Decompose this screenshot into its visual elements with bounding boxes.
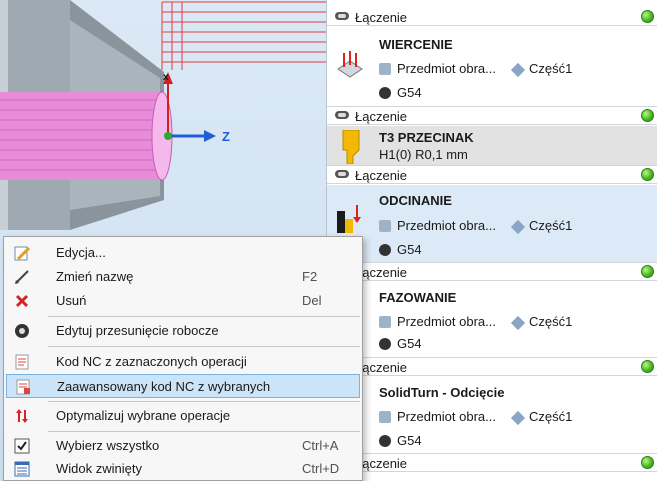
workpiece-icon [379, 63, 391, 75]
part-label: Część1 [529, 409, 573, 424]
link-label: Łączenie [355, 168, 408, 183]
link-row[interactable]: Łączenie [327, 166, 657, 184]
wcs-icon [379, 338, 391, 350]
status-ok-icon [641, 265, 654, 278]
menu-item-rename[interactable]: Zmień nazwę F2 [6, 265, 360, 289]
operation-name: ODCINANIE [379, 193, 452, 208]
advanced-nc-icon [16, 379, 30, 395]
svg-text:x: x [163, 72, 169, 83]
workpiece-label: Przedmiot obra... [397, 409, 496, 424]
pencil-icon [15, 270, 29, 284]
collapsed-view-icon [14, 461, 30, 477]
menu-item-edit-work-offset[interactable]: Edytuj przesunięcie robocze [6, 319, 360, 343]
optimize-icon [16, 409, 28, 423]
menu-item-label: Zmień nazwę [56, 269, 134, 284]
wcs-icon [379, 87, 391, 99]
part-icon [510, 62, 526, 78]
menu-item-label: Edytuj przesunięcie robocze [56, 323, 219, 338]
tool-detail: H1(0) R0,1 mm [379, 147, 468, 162]
operation-name: FAZOWANIE [379, 290, 457, 305]
wcs-label: G54 [397, 336, 422, 351]
operation-name: WIERCENIE [379, 37, 453, 52]
delete-icon [15, 294, 29, 308]
status-ok-icon [641, 168, 654, 181]
wcs-label: G54 [397, 242, 422, 257]
wcs-icon [379, 244, 391, 256]
link-icon [335, 111, 349, 119]
parting-icon [337, 205, 361, 233]
operation-name: SolidTurn - Odcięcie [379, 385, 505, 400]
cutoff-tool-icon [342, 130, 360, 164]
operation-chamfering[interactable]: FAZOWANIE Przedmiot obra... Część1 G54 [327, 282, 657, 358]
operation-drilling[interactable]: WIERCENIE Przedmiot obra... Część1 G54 [327, 27, 657, 107]
work-offset-icon [15, 324, 29, 338]
menu-item-label: Zaawansowany kod NC z wybranych [57, 379, 271, 394]
menu-item-label: Wybierz wszystko [56, 438, 160, 453]
workpiece-icon [379, 316, 391, 328]
part-label: Część1 [529, 218, 573, 233]
workpiece-icon [379, 411, 391, 423]
menu-item-label: Usuń [56, 293, 87, 308]
menu-item-shortcut: Ctrl+A [302, 438, 339, 453]
link-icon [335, 12, 349, 20]
menu-item-label: Kod NC z zaznaczonych operacji [56, 354, 247, 369]
z-axis-label: Z [222, 129, 230, 144]
workpiece-label: Przedmiot obra... [397, 61, 496, 76]
link-icon [335, 170, 349, 178]
select-all-icon [14, 438, 30, 454]
status-ok-icon [641, 109, 654, 122]
tool-name: T3 PRZECINAK [379, 130, 474, 145]
link-row[interactable]: Łączenie [327, 263, 657, 281]
status-ok-icon [641, 360, 654, 373]
operation-solidturn-cutoff[interactable]: SolidTurn - Odcięcie Przedmiot obra... C… [327, 377, 657, 454]
link-row[interactable]: Łączenie [327, 8, 657, 26]
workpiece-icon [379, 220, 391, 232]
menu-item-nc-code[interactable]: Kod NC z zaznaczonych operacji [6, 350, 360, 374]
menu-item-shortcut: Del [302, 293, 322, 308]
nc-code-icon [15, 354, 29, 370]
menu-separator [48, 401, 360, 402]
context-menu[interactable]: Edycja... Zmień nazwę F2 Usuń Del Edytuj… [3, 236, 363, 481]
menu-item-shortcut: Ctrl+D [302, 461, 340, 476]
part-icon [510, 219, 526, 235]
menu-item-advanced-nc-code[interactable]: Zaawansowany kod NC z wybranych [6, 374, 360, 398]
part-label: Część1 [529, 61, 573, 76]
edit-icon [14, 246, 30, 261]
menu-item-edit[interactable]: Edycja... [6, 241, 360, 265]
link-row[interactable]: Łączenie [327, 358, 657, 376]
part-label: Część1 [529, 314, 573, 329]
menu-item-select-all[interactable]: Wybierz wszystko Ctrl+A [6, 434, 360, 458]
drilling-icon [337, 51, 363, 78]
part-icon [510, 315, 526, 331]
tool-row[interactable]: T3 PRZECINAK H1(0) R0,1 mm [327, 126, 657, 166]
wcs-label: G54 [397, 433, 422, 448]
workpiece [0, 92, 162, 180]
menu-item-label: Edycja... [56, 245, 106, 260]
menu-item-delete[interactable]: Usuń Del [6, 289, 360, 313]
stock-lines [161, 1, 326, 70]
link-row[interactable]: Łączenie [327, 454, 657, 472]
menu-item-collapsed-view[interactable]: Widok zwinięty Ctrl+D [6, 457, 360, 481]
link-label: Łączenie [355, 10, 408, 25]
operations-panel[interactable]: Łączenie WIERCENIE Przedmiot obra... Czę… [326, 0, 657, 481]
workpiece-label: Przedmiot obra... [397, 218, 496, 233]
wcs-label: G54 [397, 85, 422, 100]
menu-separator [48, 431, 360, 432]
wcs-icon [379, 435, 391, 447]
workpiece-label: Przedmiot obra... [397, 314, 496, 329]
menu-item-optimize[interactable]: Optymalizuj wybrane operacje [6, 404, 360, 428]
menu-separator [48, 316, 360, 317]
link-row[interactable]: Łączenie [327, 107, 657, 125]
menu-item-label: Widok zwinięty [56, 461, 142, 476]
status-ok-icon [641, 10, 654, 23]
link-label: Łączenie [355, 109, 408, 124]
menu-separator [48, 346, 360, 347]
status-ok-icon [641, 456, 654, 469]
menu-item-shortcut: F2 [302, 269, 318, 284]
operation-parting[interactable]: ODCINANIE Przedmiot obra... Część1 G54 [327, 185, 657, 263]
part-icon [510, 410, 526, 426]
menu-item-label: Optymalizuj wybrane operacje [56, 408, 231, 423]
